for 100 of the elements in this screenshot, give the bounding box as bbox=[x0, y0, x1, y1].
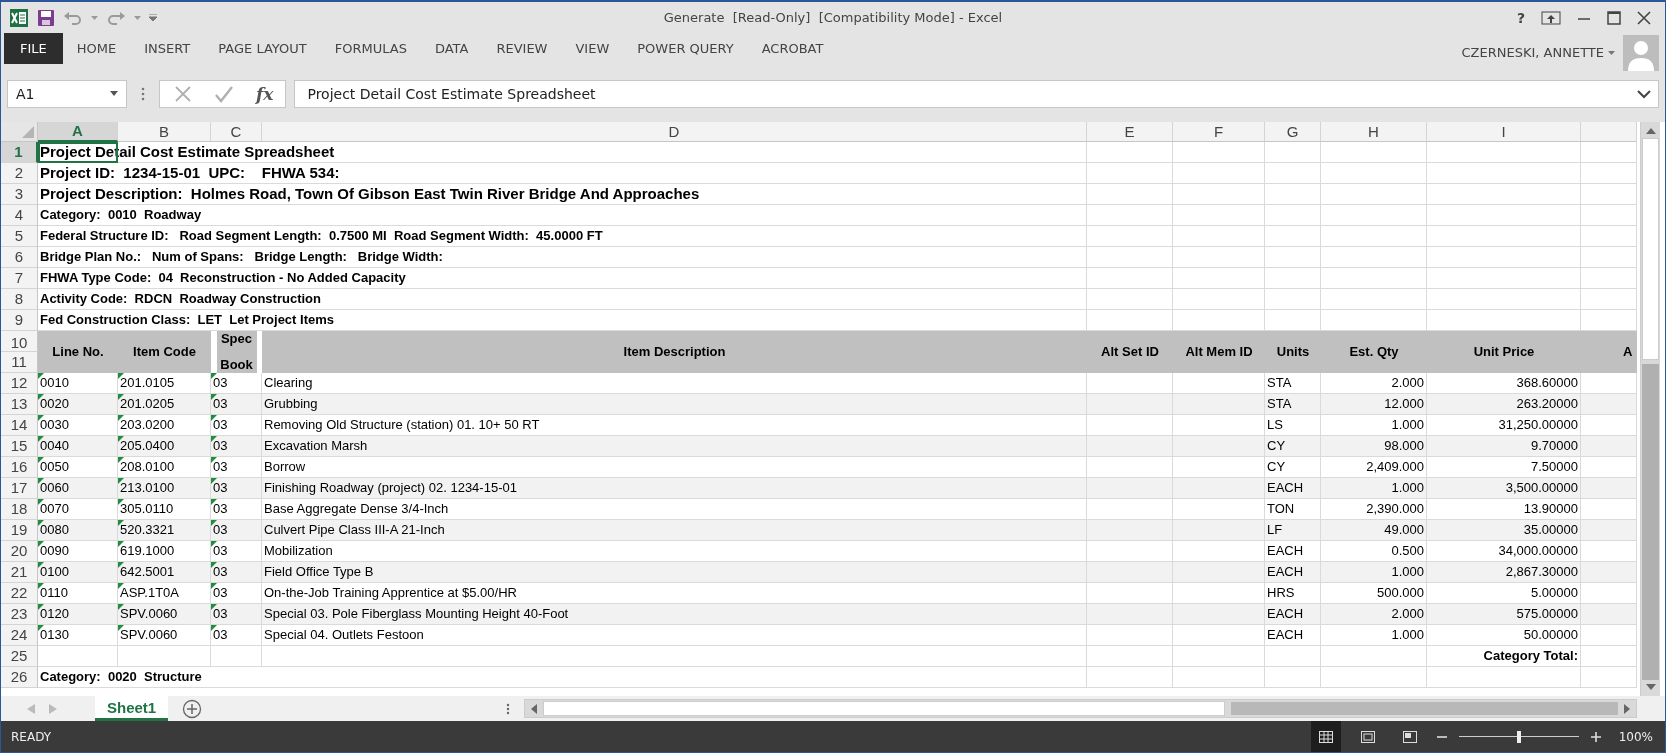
ribbon-tab[interactable]: DATA bbox=[420, 33, 483, 64]
row-header[interactable]: 26 bbox=[1, 666, 38, 688]
table-cell: Base Aggregate Dense 3/4-Inch bbox=[262, 498, 1087, 520]
ribbon-tab[interactable]: REVIEW bbox=[482, 33, 562, 64]
table-cell bbox=[1581, 393, 1637, 415]
sheet-tab[interactable]: Sheet1 bbox=[95, 696, 169, 721]
table-cell: Fed Construction Class: LET Let Project Items bbox=[38, 309, 1087, 331]
row-header[interactable]: 23 bbox=[1, 603, 38, 625]
page-layout-icon[interactable] bbox=[1360, 730, 1375, 743]
table-cell: 5.00000 bbox=[1427, 582, 1581, 604]
column-header[interactable]: G bbox=[1265, 121, 1321, 142]
spreadsheet-app-icon[interactable] bbox=[9, 7, 29, 28]
row-header[interactable]: 1 bbox=[1, 141, 38, 163]
caret-icon[interactable] bbox=[1608, 50, 1615, 55]
row-header[interactable]: 25 bbox=[1, 645, 38, 667]
table-cell: LS bbox=[1265, 414, 1321, 436]
save-icon[interactable] bbox=[37, 8, 55, 27]
scroll-right-icon[interactable] bbox=[1624, 703, 1630, 714]
close-icon[interactable] bbox=[1637, 10, 1651, 25]
zoom-level[interactable]: 100% bbox=[1618, 729, 1653, 744]
table-cell: 1.000 bbox=[1321, 561, 1427, 583]
ribbon-display-icon[interactable] bbox=[1541, 10, 1561, 25]
user-name[interactable]: CZERNESKI, ANNETTE bbox=[1461, 45, 1604, 61]
redo-icon[interactable] bbox=[106, 9, 126, 26]
scroll-down-icon[interactable] bbox=[1645, 684, 1656, 690]
column-header[interactable]: C bbox=[211, 121, 262, 142]
ribbon-tab[interactable]: FORMULAS bbox=[320, 33, 421, 64]
row-header[interactable]: 5 bbox=[1, 225, 38, 247]
row-header[interactable]: 4 bbox=[1, 204, 38, 226]
page-break-icon[interactable] bbox=[1402, 730, 1417, 743]
column-header[interactable]: D bbox=[262, 121, 1087, 142]
row-header[interactable]: 14 bbox=[1, 414, 38, 436]
column-header[interactable]: B bbox=[118, 121, 211, 142]
name-box[interactable]: A1 bbox=[7, 79, 127, 108]
ribbon-tab[interactable]: POWER QUERY bbox=[623, 33, 748, 64]
row-header[interactable]: 12 bbox=[1, 372, 38, 394]
ribbon-tab[interactable]: ACROBAT bbox=[747, 33, 838, 64]
scrollbar-thumb[interactable] bbox=[1642, 137, 1659, 360]
scroll-up-icon[interactable] bbox=[1645, 127, 1656, 134]
vertical-scrollbar[interactable] bbox=[1640, 121, 1660, 696]
cancel-icon[interactable] bbox=[174, 84, 192, 103]
row-header[interactable]: 7 bbox=[1, 267, 38, 289]
table-cell: STA bbox=[1265, 372, 1321, 394]
zoom-slider[interactable] bbox=[1458, 728, 1579, 745]
table-cell: On-the-Job Training Apprentice at $5.00/HR bbox=[262, 582, 1087, 604]
table-cell: Culvert Pipe Class III-A 21-Inch bbox=[262, 519, 1087, 541]
customize-caret-icon[interactable] bbox=[149, 14, 157, 21]
insert-function-button[interactable]: fx bbox=[256, 83, 274, 104]
column-header[interactable]: H bbox=[1321, 121, 1427, 142]
maximize-icon[interactable] bbox=[1607, 10, 1621, 25]
table-cell: STA bbox=[1265, 393, 1321, 415]
grid-view-icon[interactable] bbox=[1318, 730, 1333, 743]
row-header[interactable]: 10 bbox=[1, 330, 38, 352]
column-header[interactable]: A bbox=[38, 121, 118, 142]
scrollbar-thumb[interactable] bbox=[543, 701, 1226, 716]
row-header[interactable]: 2 bbox=[1, 162, 38, 184]
row-header[interactable]: 11 bbox=[1, 351, 38, 373]
ribbon-tab[interactable]: INSERT bbox=[130, 33, 205, 64]
ribbon-tab[interactable]: VIEW bbox=[561, 33, 624, 64]
check-icon[interactable] bbox=[214, 84, 234, 103]
row-header[interactable]: 18 bbox=[1, 498, 38, 520]
column-heading: Units bbox=[1265, 330, 1321, 373]
expand-icon[interactable] bbox=[1636, 88, 1652, 99]
row-header[interactable]: 16 bbox=[1, 456, 38, 478]
view-button[interactable] bbox=[1310, 721, 1341, 752]
column-header[interactable]: I bbox=[1427, 121, 1581, 142]
table-cell: CY bbox=[1265, 435, 1321, 457]
scroll-left-icon[interactable] bbox=[531, 703, 538, 714]
column-header[interactable]: E bbox=[1087, 121, 1173, 142]
table-cell bbox=[1581, 477, 1637, 499]
add-sheet-icon[interactable] bbox=[182, 698, 203, 719]
ribbon-tab[interactable]: PAGE LAYOUT bbox=[204, 33, 321, 64]
formula-input-field[interactable]: Project Detail Cost Estimate Spreadsheet bbox=[294, 79, 1659, 108]
row-header[interactable]: 22 bbox=[1, 582, 38, 604]
table-cell bbox=[1581, 141, 1637, 163]
row-header[interactable]: 9 bbox=[1, 309, 38, 331]
caret-icon[interactable] bbox=[110, 91, 118, 97]
help-button[interactable]: ? bbox=[1516, 9, 1525, 26]
more-options-icon[interactable] bbox=[506, 702, 511, 715]
table-cell: Field Office Type B bbox=[262, 561, 1087, 583]
table-cell bbox=[1581, 414, 1637, 436]
row-header[interactable]: 17 bbox=[1, 477, 38, 499]
row-header[interactable]: 3 bbox=[1, 183, 38, 205]
row-header[interactable]: 6 bbox=[1, 246, 38, 268]
column-header[interactable]: F bbox=[1173, 121, 1265, 142]
row-header[interactable]: 19 bbox=[1, 519, 38, 541]
row-header[interactable]: 15 bbox=[1, 435, 38, 457]
row-header[interactable]: 21 bbox=[1, 561, 38, 583]
slider-thumb[interactable] bbox=[1516, 730, 1521, 743]
row-header[interactable]: 24 bbox=[1, 624, 38, 646]
horizontal-scrollbar[interactable] bbox=[524, 699, 1637, 718]
file-tab[interactable]: FILE bbox=[4, 33, 63, 64]
more-options-icon[interactable] bbox=[141, 86, 145, 101]
table-cell bbox=[1581, 183, 1637, 205]
undo-icon[interactable] bbox=[63, 9, 83, 26]
ribbon-tab[interactable]: HOME bbox=[62, 33, 131, 64]
row-header[interactable]: 8 bbox=[1, 288, 38, 310]
row-header[interactable]: 13 bbox=[1, 393, 38, 415]
zoom-in-icon[interactable] bbox=[1590, 731, 1601, 742]
row-header[interactable]: 20 bbox=[1, 540, 38, 562]
